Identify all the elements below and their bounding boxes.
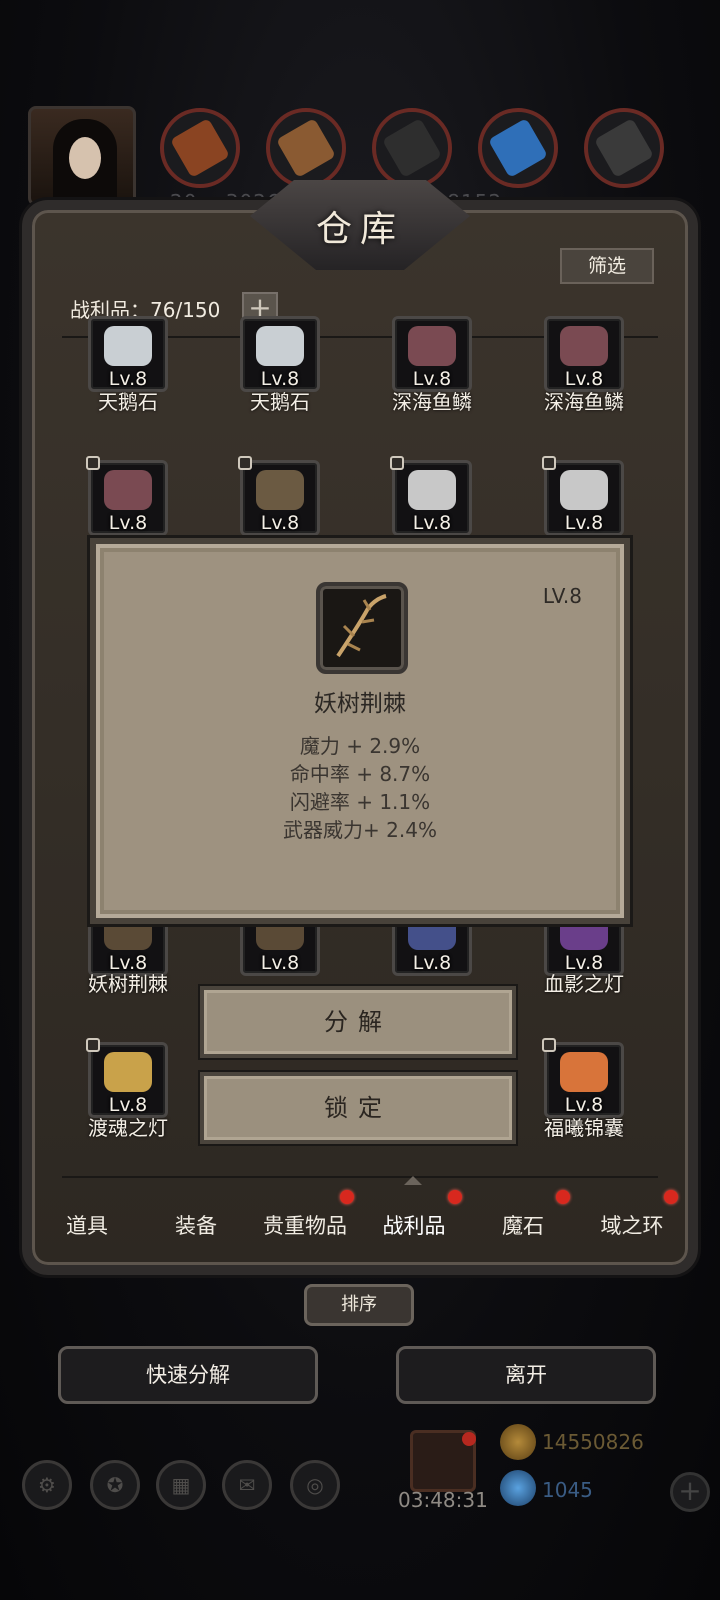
item-name: 深海鱼鳞: [544, 390, 624, 414]
resource-wood-icon[interactable]: [266, 108, 346, 188]
fish-scale-icon: [104, 470, 152, 510]
tab-items[interactable]: 道具: [32, 1210, 142, 1240]
guild-icon[interactable]: ▦: [156, 1460, 206, 1510]
notification-dot: [462, 1432, 476, 1446]
item-level: Lv.8: [260, 952, 300, 974]
stat-line: 闪避率 + 1.1%: [289, 790, 431, 814]
lock-icon: [86, 456, 100, 470]
notification-dot: [340, 1190, 354, 1204]
item-name: 妖树荆棘: [88, 972, 168, 996]
gold-amount: 14550826: [542, 1430, 644, 1454]
item-name: 血影之灯: [544, 972, 624, 996]
map-icon[interactable]: ◎: [290, 1460, 340, 1510]
lock-icon: [86, 1038, 100, 1052]
add-currency-button[interactable]: +: [670, 1472, 710, 1512]
stat-line: 武器威力+ 2.4%: [283, 818, 437, 842]
tabs-divider: [62, 1176, 658, 1178]
resource-stone-icon[interactable]: [584, 108, 664, 188]
item-slot[interactable]: Lv.8: [88, 316, 168, 392]
stat-line: 命中率 + 8.7%: [289, 762, 431, 786]
active-tab-caret: [404, 1176, 422, 1185]
tab-loot[interactable]: 战利品: [359, 1210, 469, 1240]
event-timer: 03:48:31: [398, 1488, 488, 1512]
hero-icon[interactable]: ✪: [90, 1460, 140, 1510]
item-slot[interactable]: Lv.8: [86, 456, 168, 536]
chainmail-icon: [560, 470, 608, 510]
resource-crystal-icon[interactable]: [478, 108, 558, 188]
tab-domain-rings[interactable]: 域之环: [577, 1210, 687, 1240]
item-name: 福曦锦囊: [544, 1116, 624, 1140]
item-slot[interactable]: Lv.8: [240, 316, 320, 392]
lock-icon: [542, 1038, 556, 1052]
fish-scale-icon: [408, 326, 456, 366]
tab-magic-stones[interactable]: 魔石: [468, 1210, 578, 1240]
fish-scale-icon: [560, 326, 608, 366]
resource-iron-icon[interactable]: [372, 108, 452, 188]
quick-decompose-button[interactable]: 快速分解: [58, 1346, 318, 1404]
swan-stone-icon: [104, 326, 152, 366]
gem-icon: [500, 1470, 536, 1506]
item-level: Lv.8: [412, 512, 452, 534]
tab-valuables[interactable]: 贵重物品: [250, 1210, 360, 1240]
lucky-pouch-icon: [560, 1052, 608, 1092]
item-name: 深海鱼鳞: [392, 390, 472, 414]
resource-meat-icon[interactable]: [160, 108, 240, 188]
lantern-icon: [104, 1052, 152, 1092]
sort-button[interactable]: 排序: [304, 1284, 414, 1326]
item-level: Lv.8: [564, 512, 604, 534]
item-slot[interactable]: Lv.8: [542, 456, 624, 536]
item-level: Lv.8: [412, 952, 452, 974]
item-detail-popup: LV.8 妖树荆棘 魔力 + 2.9% 命中率 + 8.7% 闪避率 + 1.1…: [90, 538, 630, 924]
lock-button[interactable]: 锁定: [200, 1072, 516, 1144]
notification-dot: [448, 1190, 462, 1204]
swan-stone-icon: [256, 326, 304, 366]
item-name: 渡魂之灯: [88, 1116, 168, 1140]
item-slot[interactable]: Lv.8: [542, 1038, 624, 1118]
gold-coin-icon: [500, 1424, 536, 1460]
item-slot[interactable]: Lv.8: [86, 1038, 168, 1118]
lock-icon: [542, 456, 556, 470]
gem-amount: 1045: [542, 1478, 593, 1502]
stat-line: 魔力 + 2.9%: [299, 734, 421, 758]
avatar-face: [69, 137, 101, 179]
lock-icon: [390, 456, 404, 470]
filter-button[interactable]: 筛选: [560, 248, 654, 284]
claw-icon: [256, 470, 304, 510]
decompose-button[interactable]: 分解: [200, 986, 516, 1058]
notification-dot: [556, 1190, 570, 1204]
detail-item-name: 妖树荆棘: [314, 691, 406, 717]
detail-stats: 魔力 + 2.9% 命中率 + 8.7% 闪避率 + 1.1% 武器威力+ 2.…: [96, 732, 624, 844]
item-slot[interactable]: Lv.8: [238, 456, 320, 536]
item-level: Lv.8: [260, 512, 300, 534]
item-slot[interactable]: Lv.8: [392, 316, 472, 392]
lock-icon: [238, 456, 252, 470]
tab-equipment[interactable]: 装备: [141, 1210, 251, 1240]
item-name: 天鹅石: [250, 390, 310, 414]
thorn-branch-icon: [316, 582, 408, 674]
panel-title: 仓库: [315, 209, 404, 250]
mail-icon[interactable]: ✉: [222, 1460, 272, 1510]
item-name: 天鹅石: [98, 390, 158, 414]
item-level: Lv.8: [108, 512, 148, 534]
item-slot[interactable]: Lv.8: [544, 316, 624, 392]
notification-dot: [664, 1190, 678, 1204]
item-slot[interactable]: Lv.8: [390, 456, 472, 536]
player-avatar[interactable]: [28, 106, 136, 206]
chainmail-icon: [408, 470, 456, 510]
detail-level: LV.8: [542, 584, 582, 608]
leave-button[interactable]: 离开: [396, 1346, 656, 1404]
settings-gear-icon[interactable]: ⚙: [22, 1460, 72, 1510]
